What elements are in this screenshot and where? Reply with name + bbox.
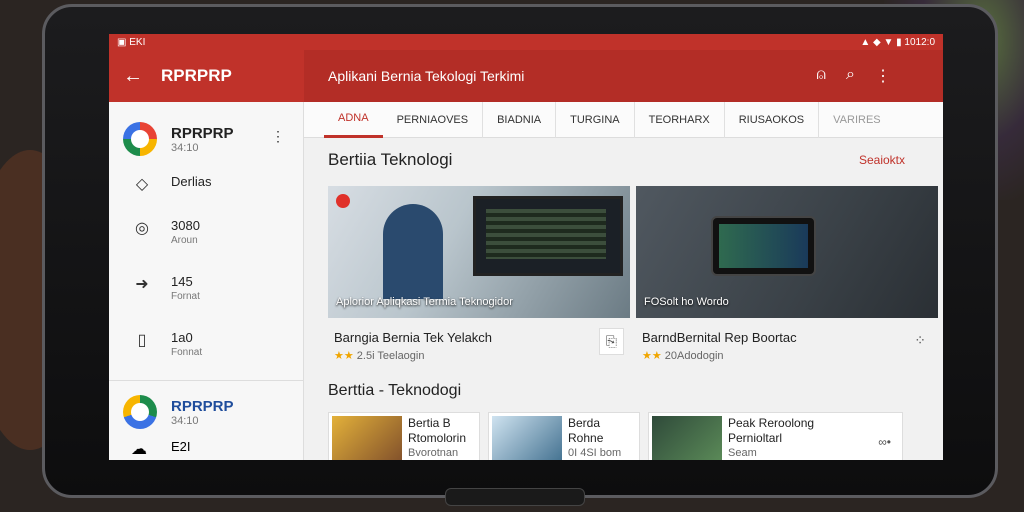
tab-turgina[interactable]: TURGINA [556,101,635,138]
news-card[interactable]: Aplorior Apliqkasi Termia Teknogidor Bar… [328,186,630,362]
circle-icon: ◎ [135,220,149,237]
sidebar: RPRPRP 34:10 ⋮ ◇ Derlias ◎ 3080 Aroun ➜ … [109,102,304,460]
app-title: RPRPRP [161,66,232,85]
tab-perniaoves[interactable]: PERNIAOVES [383,101,484,138]
account-name: RPRPRP [171,124,234,142]
account-name: RPRPRP [171,397,234,415]
badge-icon [336,194,350,208]
card-title: Barngia Bernia Tek Yelakch [334,330,493,345]
list-item[interactable]: Bertia B Rtomolorin Bvorotnan [328,412,480,460]
list-item[interactable]: Peak Reroolong Pernioltarl Seam ∞• [648,412,903,460]
arrow-right-icon: ➜ [135,276,149,293]
main-content: Bertiia Teknologi Seaioktx Aplorior Apli… [304,138,943,460]
sidebar-item-label: 145 [171,274,193,289]
more-horiz-icon[interactable]: ∞• [878,435,899,449]
person-icon[interactable]: ⍝ [816,66,826,86]
sidebar-item-sub: Fornat [171,291,200,302]
account-logo-icon [123,395,157,429]
person-illustration [383,204,443,299]
card-image: FOSolt ho Wordo [636,186,938,318]
list-item-title2: Rtomolorin [408,431,467,445]
sidebar-item-label: E2I [171,439,191,454]
status-left: ▣ EKI [117,36,146,48]
back-arrow-icon[interactable]: ← [123,65,143,88]
account-header-2[interactable]: RPRPRP 34:10 [109,381,303,429]
star-icon: ★★ [642,350,662,362]
search-icon[interactable]: ⌕ [846,66,855,86]
more-vert-icon[interactable]: ⋮ [875,66,891,86]
status-bar: ▣ EKI ▲ ◆ ▼ ▮ 1012:0 [109,34,943,50]
tab-riusaokos[interactable]: RIUSAOKOS [725,101,820,138]
card-caption: FOSolt ho Wordo [644,296,729,308]
card-caption: Aplorior Apliqkasi Termia Teknogidor [336,296,513,308]
tab-varires[interactable]: VARIRES [819,102,894,138]
list-item[interactable]: Berda Rohne 0I 4SI bom [488,412,640,460]
account-sub: 34:10 [171,414,199,427]
card-rating: 20Adodogin [664,350,724,362]
cloud-icon: ☁ [131,441,147,458]
sidebar-item-derlias[interactable]: ◇ Derlias [109,166,303,210]
list-item-title2: Pernioltarl [728,431,783,445]
tab-biadnia[interactable]: BIADNIA [483,101,557,138]
list-item-title: Peak Reroolong [728,416,815,430]
monitor-illustration [473,196,623,276]
section-title-2: Berttia - Teknodogi [328,382,462,399]
tab-bar: ADNA PERNIAOVES BIADNIA TURGINA TEORHARX… [304,101,943,138]
sidebar-item-label: Derlias [171,174,212,189]
star-icon: ★★ [334,350,354,362]
thumbnail [652,416,722,460]
list-item-sub: Bvorotnan [408,447,459,459]
see-all-link[interactable]: Seaioktx [859,153,905,167]
card-title: BarndBernital Rep Boortac [642,330,797,345]
list-item-title: Berda [568,416,601,430]
main-app-bar: Aplikani Bernia Tekologi Terkimi ⍝ ⌕ ⋮ [304,50,943,102]
sidebar-item-label: 3080 [171,218,200,233]
section-title: Bertiia Teknologi [328,150,453,169]
sidebar-item-e2i[interactable]: ☁ E2I [109,429,303,459]
account-sub: 34:10 [171,141,199,154]
page-title: Aplikani Bernia Tekologi Terkimi [328,68,525,84]
thumbnail [492,416,562,460]
account-logo-icon [123,122,157,156]
left-app-bar: ← RPRPRP [109,50,304,102]
sidebar-item-sub: Aroun [171,235,198,246]
list-item-sub: Seam [728,447,757,459]
tablet-illustration [711,216,816,276]
sidebar-item-label: 1a0 [171,330,193,345]
bookmark-icon[interactable]: ⎘ [598,328,624,355]
tablet-dock [445,488,585,506]
document-icon: ▯ [137,332,147,349]
sidebar-item-3080[interactable]: ◎ 3080 Aroun [109,210,303,266]
app-screen: ▣ EKI ▲ ◆ ▼ ▮ 1012:0 ← RPRPRP Aplikani B… [109,34,943,460]
tab-adna[interactable]: ADNA [324,102,383,138]
grid-icon[interactable]: ⁘ [908,328,932,353]
sidebar-item-1a0[interactable]: ▯ 1a0 Fonnat [109,322,303,378]
list-item-title2: Rohne [568,431,604,445]
account-header[interactable]: RPRPRP 34:10 ⋮ [109,102,303,156]
account-more-icon[interactable]: ⋮ [271,128,285,145]
list-item-sub: 0I 4SI bom [568,447,622,459]
list-item-title: Bertia B [408,416,451,430]
card-rating: 2.5i Teelaogin [356,350,425,362]
tag-icon: ◇ [135,176,149,193]
thumbnail [332,416,402,460]
news-card[interactable]: FOSolt ho Wordo BarndBernital Rep Boorta… [636,186,938,362]
sidebar-item-sub: Fonnat [171,347,203,358]
sidebar-item-145[interactable]: ➜ 145 Fornat [109,266,303,322]
tab-teorharx[interactable]: TEORHARX [635,101,725,138]
status-right: ▲ ◆ ▼ ▮ 1012:0 [860,36,935,48]
card-image: Aplorior Apliqkasi Termia Teknogidor [328,186,630,318]
